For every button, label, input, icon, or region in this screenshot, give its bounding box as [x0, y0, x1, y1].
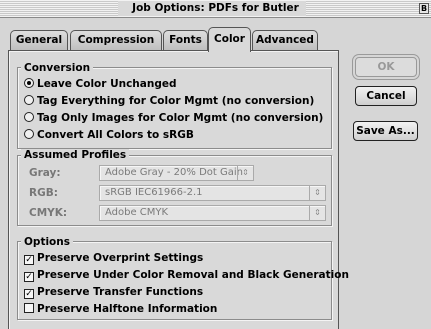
radio-tag-everything[interactable]: Tag Everything for Color Mgmt (no conver…: [24, 95, 314, 107]
radio-label: Leave Color Unchanged: [37, 78, 177, 90]
conversion-title: Conversion: [21, 62, 94, 74]
radio-button[interactable]: [24, 112, 34, 122]
window-title: Job Options: PDFs for Butler: [132, 2, 299, 14]
checkbox-preserve-transfer[interactable]: ✓ Preserve Transfer Functions: [24, 286, 203, 299]
checkbox-checked[interactable]: ✓: [24, 272, 34, 282]
cmyk-profile-select[interactable]: Adobe CMYK ⇕: [99, 205, 326, 221]
tab-advanced[interactable]: Advanced: [252, 30, 318, 51]
updown-arrows-icon: ⇕: [237, 166, 253, 180]
cancel-button[interactable]: Cancel: [355, 86, 417, 106]
checkbox-preserve-halftone[interactable]: Preserve Halftone Information: [24, 303, 217, 315]
radio-button[interactable]: [24, 129, 34, 139]
zoom-box-icon[interactable]: B: [419, 3, 429, 14]
rgb-profile-select[interactable]: sRGB IEC61966-2.1 ⇕: [99, 185, 326, 201]
cmyk-profile-value: Adobe CMYK: [105, 207, 169, 218]
tab-compression[interactable]: Compression: [70, 30, 162, 51]
tab-general[interactable]: General: [10, 30, 68, 51]
options-title: Options: [21, 236, 73, 248]
title-bar[interactable]: Job Options: PDFs for Butler B: [0, 0, 431, 18]
assumed-profiles-title: Assumed Profiles: [21, 149, 130, 161]
checkbox-preserve-overprint[interactable]: ✓ Preserve Overprint Settings: [24, 252, 203, 265]
ok-button[interactable]: OK: [355, 57, 417, 77]
rgb-profile-value: sRGB IEC61966-2.1: [105, 187, 203, 198]
gray-profile-value: Adobe Gray - 20% Dot Gain: [105, 167, 243, 178]
checkbox-label: Preserve Under Color Removal and Black G…: [37, 269, 349, 281]
save-as-button[interactable]: Save As...: [353, 121, 418, 141]
checkbox-unchecked[interactable]: [24, 303, 34, 313]
radio-tag-only-images[interactable]: Tag Only Images for Color Mgmt (no conve…: [24, 112, 323, 124]
checkbox-label: Preserve Transfer Functions: [37, 286, 204, 298]
checkbox-checked[interactable]: ✓: [24, 255, 34, 265]
gray-label: Gray:: [29, 167, 61, 179]
radio-button[interactable]: [24, 95, 34, 105]
checkbox-label: Preserve Halftone Information: [37, 303, 218, 315]
tab-fonts[interactable]: Fonts: [163, 30, 208, 51]
radio-label: Convert All Colors to sRGB: [37, 129, 194, 141]
rgb-label: RGB:: [29, 187, 58, 199]
radio-leave-color-unchanged[interactable]: Leave Color Unchanged: [24, 78, 177, 90]
updown-arrows-icon: ⇕: [309, 206, 325, 220]
updown-arrows-icon: ⇕: [309, 186, 325, 200]
cmyk-label: CMYK:: [29, 207, 68, 219]
radio-label: Tag Everything for Color Mgmt (no conver…: [37, 95, 315, 107]
gray-profile-select[interactable]: Adobe Gray - 20% Dot Gain ⇕: [99, 165, 254, 181]
radio-button-selected[interactable]: [24, 78, 34, 88]
checkbox-label: Preserve Overprint Settings: [37, 252, 204, 264]
checkbox-preserve-ucr-bg[interactable]: ✓ Preserve Under Color Removal and Black …: [24, 269, 349, 282]
radio-convert-to-srgb[interactable]: Convert All Colors to sRGB: [24, 129, 194, 141]
radio-label: Tag Only Images for Color Mgmt (no conve…: [37, 112, 324, 124]
checkbox-checked[interactable]: ✓: [24, 289, 34, 299]
tab-color[interactable]: Color: [208, 27, 251, 52]
